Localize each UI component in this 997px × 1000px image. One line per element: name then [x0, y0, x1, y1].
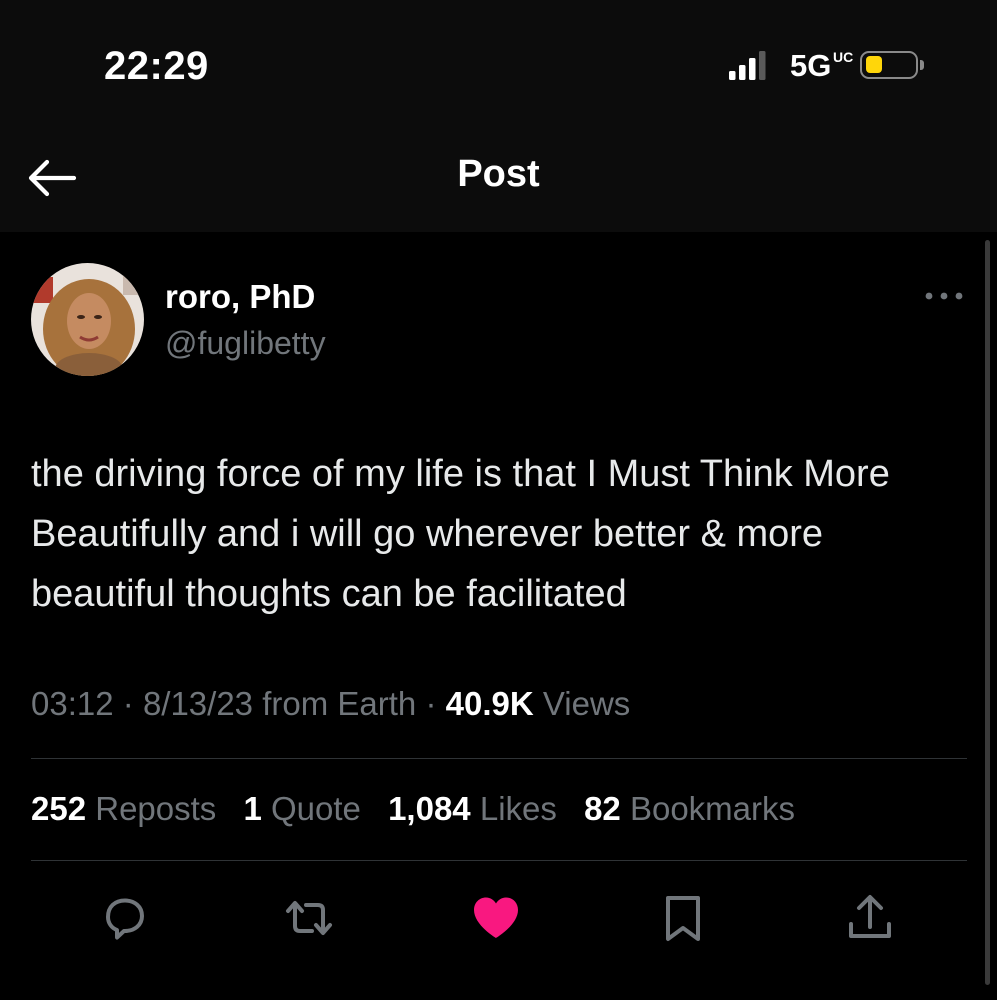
quotes-stat[interactable]: 1 Quote: [243, 790, 360, 827]
reposts-stat[interactable]: 252 Reposts: [31, 790, 216, 827]
profile-photo: [31, 263, 144, 376]
battery-icon: [860, 51, 918, 79]
network-type-suffix: UC: [833, 49, 854, 65]
post-date: 8/13/23: [142, 685, 254, 722]
repost-icon: [286, 901, 332, 935]
post-source: from Earth: [262, 685, 417, 722]
bookmarks-stat[interactable]: 82 Bookmarks: [584, 790, 795, 827]
page-title: Post: [457, 153, 540, 195]
top-navigation-bar: Post: [0, 130, 997, 232]
likes-label: Likes: [479, 790, 557, 827]
status-time: 22:29: [104, 44, 209, 88]
reply-button[interactable]: [99, 893, 149, 943]
views-label: Views: [542, 685, 631, 722]
quotes-label: Quote: [271, 790, 361, 827]
engagement-stats: 252 Reposts 1 Quote 1,084 Likes 82 Bookm…: [31, 790, 813, 828]
status-bar: 22:29 5G UC: [0, 0, 997, 130]
repost-button[interactable]: [284, 893, 334, 943]
share-icon: [849, 895, 891, 938]
battery-level: [866, 56, 882, 73]
author-display-name[interactable]: roro, PhD: [165, 278, 315, 316]
meta-separator: ·: [122, 685, 134, 722]
views-count: 40.9K: [445, 685, 534, 722]
reposts-count: 252: [31, 790, 87, 827]
likes-count: 1,084: [388, 790, 471, 827]
scrollbar[interactable]: [985, 240, 990, 985]
bookmarks-label: Bookmarks: [629, 790, 796, 827]
share-button[interactable]: [845, 893, 895, 943]
battery-cap: [920, 60, 924, 70]
likes-stat[interactable]: 1,084 Likes: [388, 790, 557, 827]
author-handle[interactable]: @fuglibetty: [165, 325, 326, 362]
bookmarks-count: 82: [584, 790, 621, 827]
more-dots-icon: [925, 292, 963, 300]
like-button[interactable]: [471, 893, 521, 943]
bookmark-icon: [666, 896, 700, 941]
avatar[interactable]: [31, 263, 144, 376]
post-meta: 03:12 · 8/13/23 from Earth · 40.9K Views: [31, 685, 630, 723]
post-time: 03:12: [31, 685, 114, 722]
post-text: the driving force of my life is that I M…: [31, 453, 890, 615]
divider: [31, 758, 967, 759]
more-options-button[interactable]: [921, 282, 967, 310]
reply-icon: [106, 898, 144, 940]
meta-separator: ·: [425, 685, 437, 722]
quotes-count: 1: [243, 790, 262, 827]
cellular-signal-icon: [729, 51, 766, 80]
bookmark-button[interactable]: [658, 893, 708, 943]
reposts-label: Reposts: [95, 790, 217, 827]
network-type: 5G: [790, 48, 832, 83]
divider: [31, 860, 967, 861]
like-heart-icon: [474, 897, 518, 938]
